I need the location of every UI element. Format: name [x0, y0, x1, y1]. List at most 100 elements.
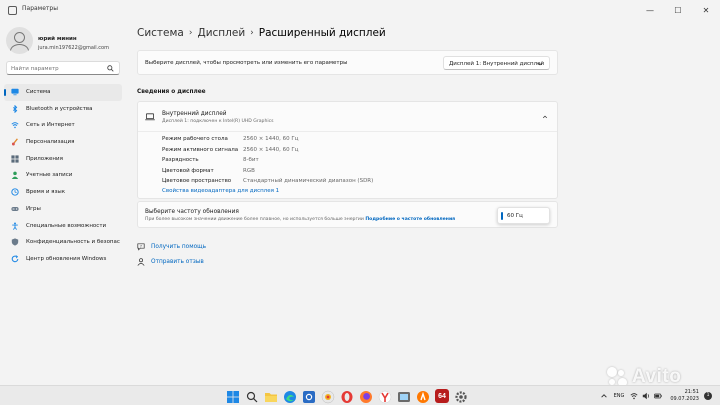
display-select-prompt: Выберите дисплей, чтобы просмотреть или …	[145, 60, 348, 66]
sidebar-item-label: Система	[26, 89, 51, 95]
adapter-properties-link[interactable]: Свойства видеоадаптера для дисплея 1	[162, 188, 279, 194]
wifi-icon	[11, 122, 19, 129]
user-email: jura.min197622@gmail.com	[38, 45, 109, 51]
bluetooth-icon	[13, 104, 18, 113]
sidebar-item-label: Специальные возможности	[26, 222, 107, 229]
firefox-icon[interactable]	[359, 389, 373, 403]
breadcrumb-display[interactable]: Дисплей	[197, 27, 245, 39]
info-value: 2560 × 1440, 60 Гц	[243, 146, 299, 153]
breadcrumb-system[interactable]: Система	[137, 27, 184, 39]
search-icon[interactable]	[245, 389, 259, 403]
update-icon	[11, 255, 19, 263]
sidebar-nav: Система Bluetooth и устройства Сеть и Ин…	[4, 84, 122, 268]
user-name: юрий минин	[38, 36, 77, 42]
sidebar-item-time-language[interactable]: Время и язык	[4, 184, 122, 201]
system-tray: ENG 21:51 09.07.2023 1	[600, 389, 712, 402]
info-label: Режим активного сигнала	[162, 146, 239, 153]
app-icon[interactable]	[397, 389, 411, 403]
sidebar-item-windows-update[interactable]: Центр обновления Windows	[4, 251, 122, 268]
chevron-up-icon[interactable]	[542, 114, 548, 120]
laptop-icon	[145, 113, 155, 121]
sidebar-item-apps[interactable]: Приложения	[4, 151, 122, 168]
sidebar-item-label: Сеть и Интернет	[26, 122, 75, 129]
sidebar-item-label: Учетные записи	[26, 172, 73, 179]
title-bar: Параметры — ☐ ✕	[0, 0, 720, 20]
yandex-browser-icon[interactable]	[321, 389, 335, 404]
refresh-rate-value: 60 Гц	[507, 213, 523, 219]
window-title: Параметры	[22, 5, 58, 12]
file-explorer-icon[interactable]	[264, 389, 278, 403]
sidebar-item-bluetooth[interactable]: Bluetooth и устройства	[4, 101, 122, 118]
send-feedback-link[interactable]: Отправить отзыв	[137, 256, 204, 268]
yandex-icon[interactable]	[378, 389, 392, 404]
info-label: Цветовой формат	[162, 167, 214, 174]
shield-icon	[11, 238, 19, 246]
minimize-button[interactable]: —	[636, 0, 664, 20]
info-label: Разрядность	[162, 157, 199, 163]
maximize-button[interactable]: ☐	[664, 0, 692, 20]
info-value: RGB	[243, 167, 255, 174]
search-icon[interactable]	[107, 65, 114, 72]
display-subtitle: Дисплей 1: подключен к Intel(R) UHD Grap…	[162, 119, 274, 124]
chevron-down-icon	[537, 62, 543, 66]
search-box	[6, 61, 120, 75]
info-value: 8-бит	[243, 157, 259, 163]
info-value: 2560 × 1440, 60 Гц	[243, 136, 299, 142]
display-name: Внутренний дисплей	[162, 111, 227, 117]
sidebar-item-system[interactable]: Система	[4, 84, 122, 101]
sidebar-item-privacy[interactable]: Конфиденциальность и безопас	[4, 234, 122, 251]
taskbar: 64 ENG 21:51 09.07.2023 1	[0, 385, 720, 405]
sidebar-item-gaming[interactable]: Игры	[4, 201, 122, 218]
language-indicator[interactable]: ENG	[614, 393, 625, 399]
settings-icon[interactable]	[302, 389, 316, 403]
opera-icon[interactable]	[340, 389, 354, 403]
refresh-rate-dropdown[interactable]: 60 Гц	[497, 207, 550, 224]
sidebar-item-label: Время и язык	[26, 189, 66, 196]
speaker-icon[interactable]	[642, 392, 650, 400]
windows-start-icon[interactable]	[226, 389, 240, 403]
chevron-up-icon[interactable]	[600, 392, 608, 400]
settings-app-icon	[8, 6, 17, 15]
breadcrumb-separator: ›	[250, 28, 254, 38]
get-help-link[interactable]: ? Получить помощь	[137, 241, 206, 253]
info-label: Режим рабочего стола	[162, 136, 228, 142]
search-input[interactable]	[11, 64, 103, 73]
close-button[interactable]: ✕	[692, 0, 720, 20]
sidebar-item-accessibility[interactable]: Специальные возможности	[4, 218, 122, 235]
wifi-icon[interactable]	[630, 392, 638, 400]
breadcrumb-separator: ›	[188, 28, 193, 38]
apps-icon	[11, 155, 19, 163]
svg-text:?: ?	[140, 244, 142, 248]
avast-icon[interactable]	[416, 389, 430, 403]
display-info-header[interactable]: Внутренний дисплей Дисплей 1: подключен …	[138, 102, 557, 132]
clock[interactable]: 21:51 09.07.2023	[670, 389, 699, 402]
battery-icon[interactable]	[654, 392, 663, 400]
sidebar-item-personalization[interactable]: Персонализация	[4, 134, 122, 151]
sidebar-item-network[interactable]: Сеть и Интернет	[4, 117, 122, 134]
display-dropdown-value: Дисплей 1: Внутренний дисплей	[449, 61, 545, 67]
sidebar-item-accounts[interactable]: Учетные записи	[4, 167, 122, 184]
notification-badge[interactable]: 1	[704, 391, 712, 400]
breadcrumb: Система › Дисплей › Расширенный дисплей	[137, 24, 386, 42]
accessibility-icon	[12, 221, 18, 230]
display-select-card: Выберите дисплей, чтобы просмотреть или …	[137, 50, 558, 75]
info-label: Цветовое пространство	[162, 178, 232, 184]
settings-gear-icon[interactable]	[454, 389, 468, 403]
section-title: Сведения о дисплее	[137, 89, 206, 95]
brush-icon	[11, 138, 18, 146]
display-dropdown[interactable]: Дисплей 1: Внутренний дисплей	[443, 56, 550, 70]
gamepad-icon	[11, 206, 19, 211]
user-profile[interactable]: юрий минин jura.min197622@gmail.com	[6, 27, 124, 57]
refresh-rate-description-text: При более высоком значении движение боле…	[145, 217, 364, 222]
help-icon: ?	[137, 243, 145, 251]
sidebar-item-label: Персонализация	[26, 139, 75, 146]
refresh-rate-more-link[interactable]: Подробние о частоте обновления	[365, 217, 455, 222]
globe-clock-icon	[11, 188, 19, 196]
window-controls: — ☐ ✕	[636, 0, 720, 20]
sidebar-item-label: Bluetooth и устройства	[26, 105, 93, 112]
avatar	[6, 27, 33, 54]
edge-icon[interactable]	[283, 389, 297, 403]
badge-64-icon[interactable]: 64	[435, 389, 449, 403]
sidebar: юрий минин jura.min197622@gmail.com Сист…	[0, 20, 125, 385]
sidebar-item-label: Игры	[26, 205, 41, 212]
